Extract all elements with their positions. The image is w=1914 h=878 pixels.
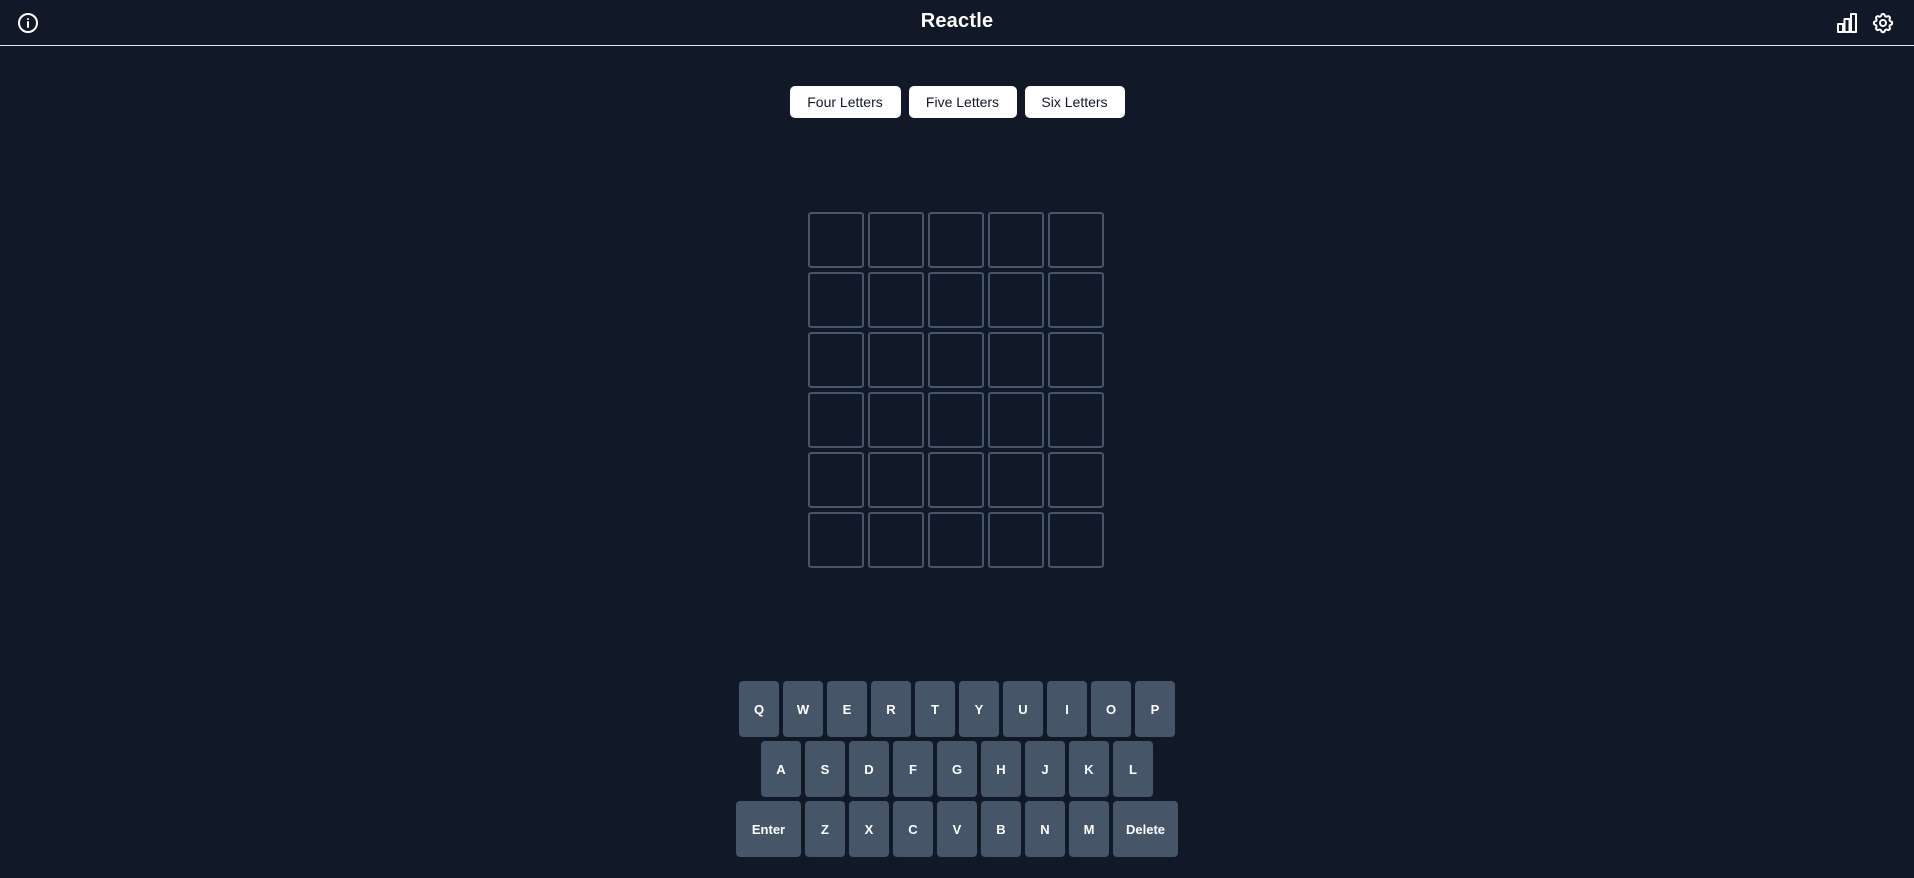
key-delete[interactable]: Delete [1113,801,1178,857]
grid-cell [868,512,924,568]
grid-cell [928,512,984,568]
key-q[interactable]: Q [739,681,779,737]
grid-cell [868,332,924,388]
grid-cell [928,272,984,328]
key-t[interactable]: T [915,681,955,737]
gear-icon[interactable] [1871,11,1895,35]
six-letters-button[interactable]: Six Letters [1024,86,1125,118]
grid-cell [808,212,864,268]
grid-cell [868,212,924,268]
key-s[interactable]: S [805,741,845,797]
grid-cell [1048,272,1104,328]
key-z[interactable]: Z [805,801,845,857]
key-r[interactable]: R [871,681,911,737]
key-f[interactable]: F [893,741,933,797]
key-l[interactable]: L [1113,741,1153,797]
key-y[interactable]: Y [959,681,999,737]
app-title: Reactle [920,10,994,32]
key-e[interactable]: E [827,681,867,737]
grid-cell [868,272,924,328]
grid-cell [928,332,984,388]
grid-cell [928,452,984,508]
key-x[interactable]: X [849,801,889,857]
key-d[interactable]: D [849,741,889,797]
grid-cell [988,272,1044,328]
grid-cell [808,392,864,448]
key-n[interactable]: N [1025,801,1065,857]
key-a[interactable]: A [761,741,801,797]
grid-cell [1048,212,1104,268]
grid-cell [1048,512,1104,568]
key-v[interactable]: V [937,801,977,857]
key-k[interactable]: K [1069,741,1109,797]
key-c[interactable]: C [893,801,933,857]
grid-cell [808,272,864,328]
key-w[interactable]: W [783,681,823,737]
key-i[interactable]: I [1047,681,1087,737]
grid-cell [988,332,1044,388]
bar-chart-icon[interactable] [1835,11,1859,35]
key-u[interactable]: U [1003,681,1043,737]
key-g[interactable]: G [937,741,977,797]
key-j[interactable]: J [1025,741,1065,797]
grid-cell [868,392,924,448]
key-h[interactable]: H [981,741,1021,797]
key-enter[interactable]: Enter [736,801,801,857]
key-o[interactable]: O [1091,681,1131,737]
grid-cell [988,392,1044,448]
grid-cell [1048,392,1104,448]
grid-cell [868,452,924,508]
grid-cell [988,452,1044,508]
guess-grid [808,212,1104,568]
grid-cell [1048,332,1104,388]
key-p[interactable]: P [1135,681,1175,737]
four-letters-button[interactable]: Four Letters [789,86,901,118]
grid-cell [808,512,864,568]
grid-cell [928,212,984,268]
grid-cell [808,332,864,388]
word-length-selector: Four Letters Five Letters Six Letters [0,86,1914,118]
navbar: Reactle [0,0,1914,46]
key-m[interactable]: M [1069,801,1109,857]
grid-cell [988,212,1044,268]
grid-cell [1048,452,1104,508]
grid-cell [988,512,1044,568]
grid-cell [808,452,864,508]
keyboard: QWERTYUIOP ASDFGHJKL Enter Z X C V B N M Delete [0,681,1914,861]
five-letters-button[interactable]: Five Letters [908,86,1017,118]
grid-cell [928,392,984,448]
key-b[interactable]: B [981,801,1021,857]
keyboard-row-3: Enter Z X C V B N M Delete [0,801,1914,857]
keyboard-row-2: ASDFGHJKL [0,741,1914,797]
keyboard-row-1: QWERTYUIOP [0,681,1914,737]
